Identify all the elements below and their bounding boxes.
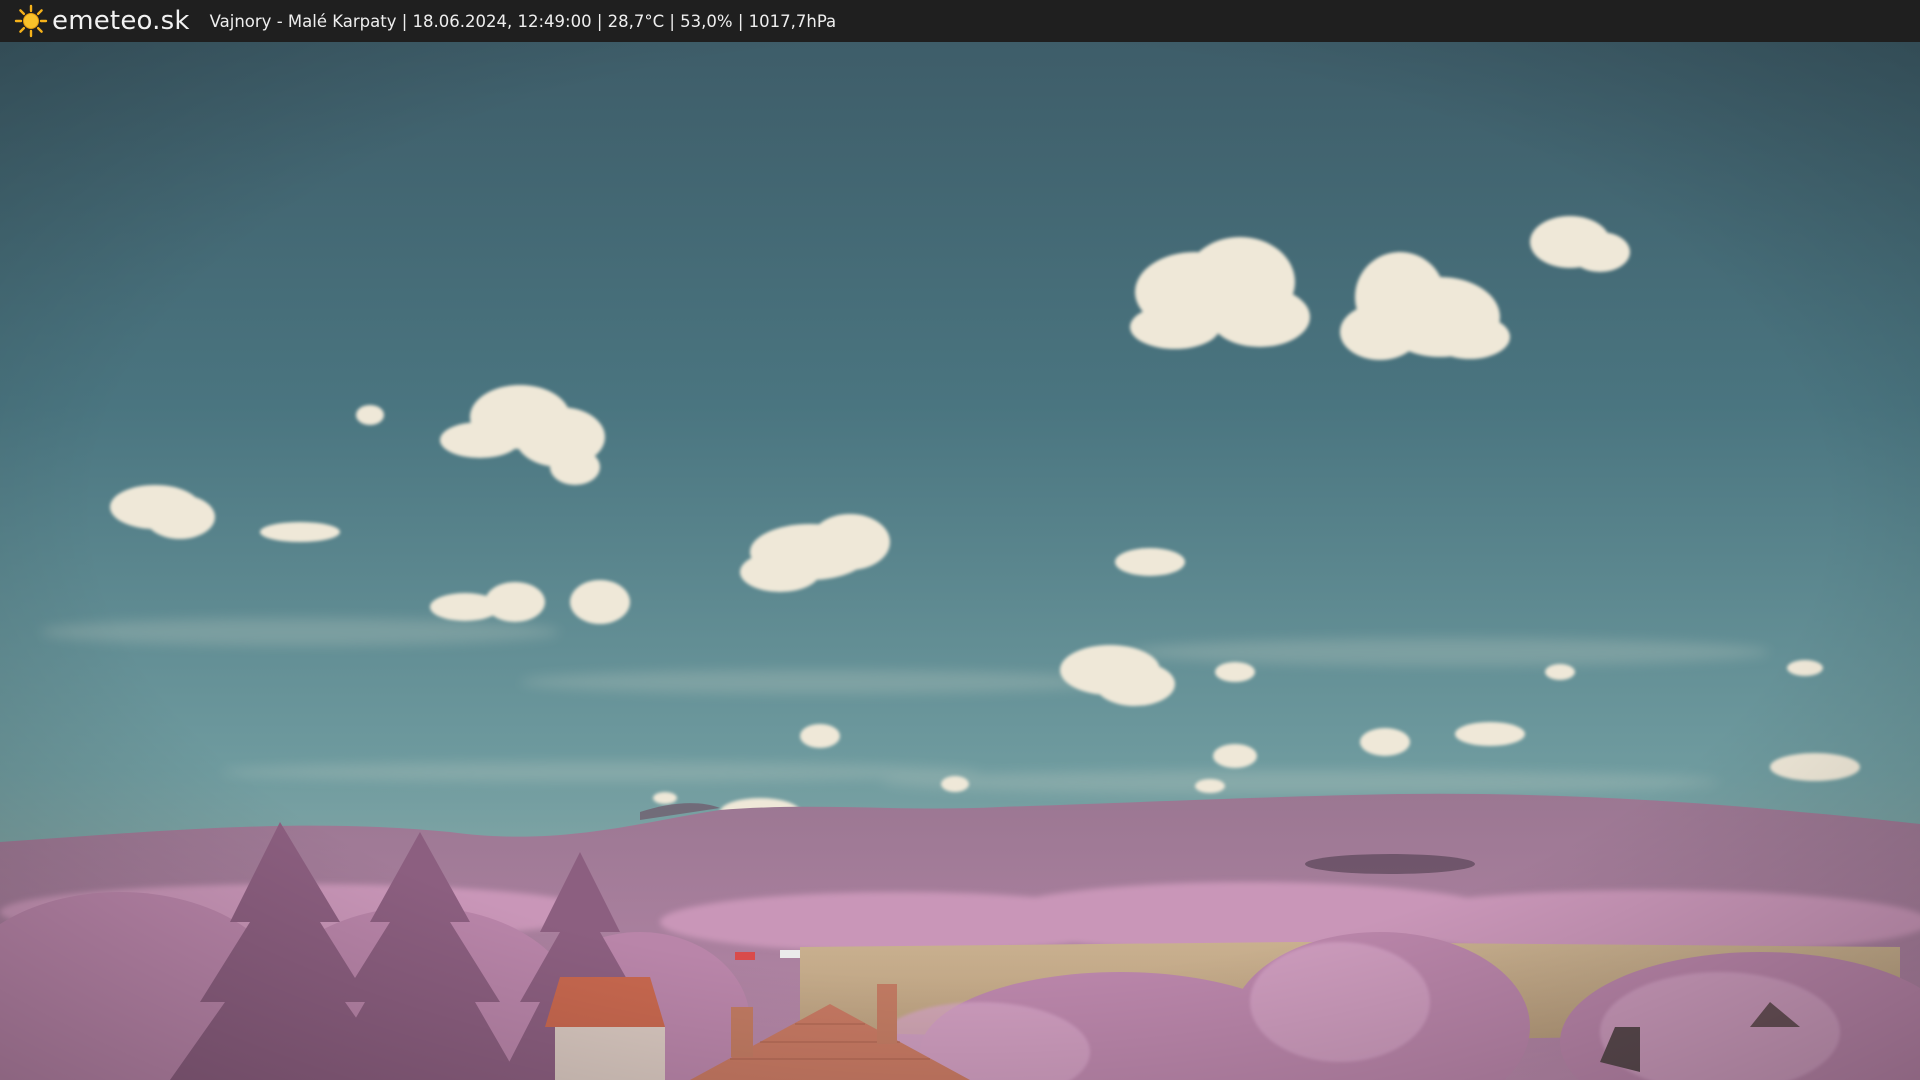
top-bar: emeteo.sk Vajnory - Malé Karpaty | 18.06… bbox=[0, 0, 1920, 42]
sun-icon bbox=[14, 4, 48, 38]
webcam-page: emeteo.sk Vajnory - Malé Karpaty | 18.06… bbox=[0, 0, 1920, 1080]
webcam-image bbox=[0, 42, 1920, 1080]
webcam-caption: Vajnory - Malé Karpaty | 18.06.2024, 12:… bbox=[209, 11, 837, 31]
brand-logo-text[interactable]: emeteo.sk bbox=[52, 6, 190, 36]
